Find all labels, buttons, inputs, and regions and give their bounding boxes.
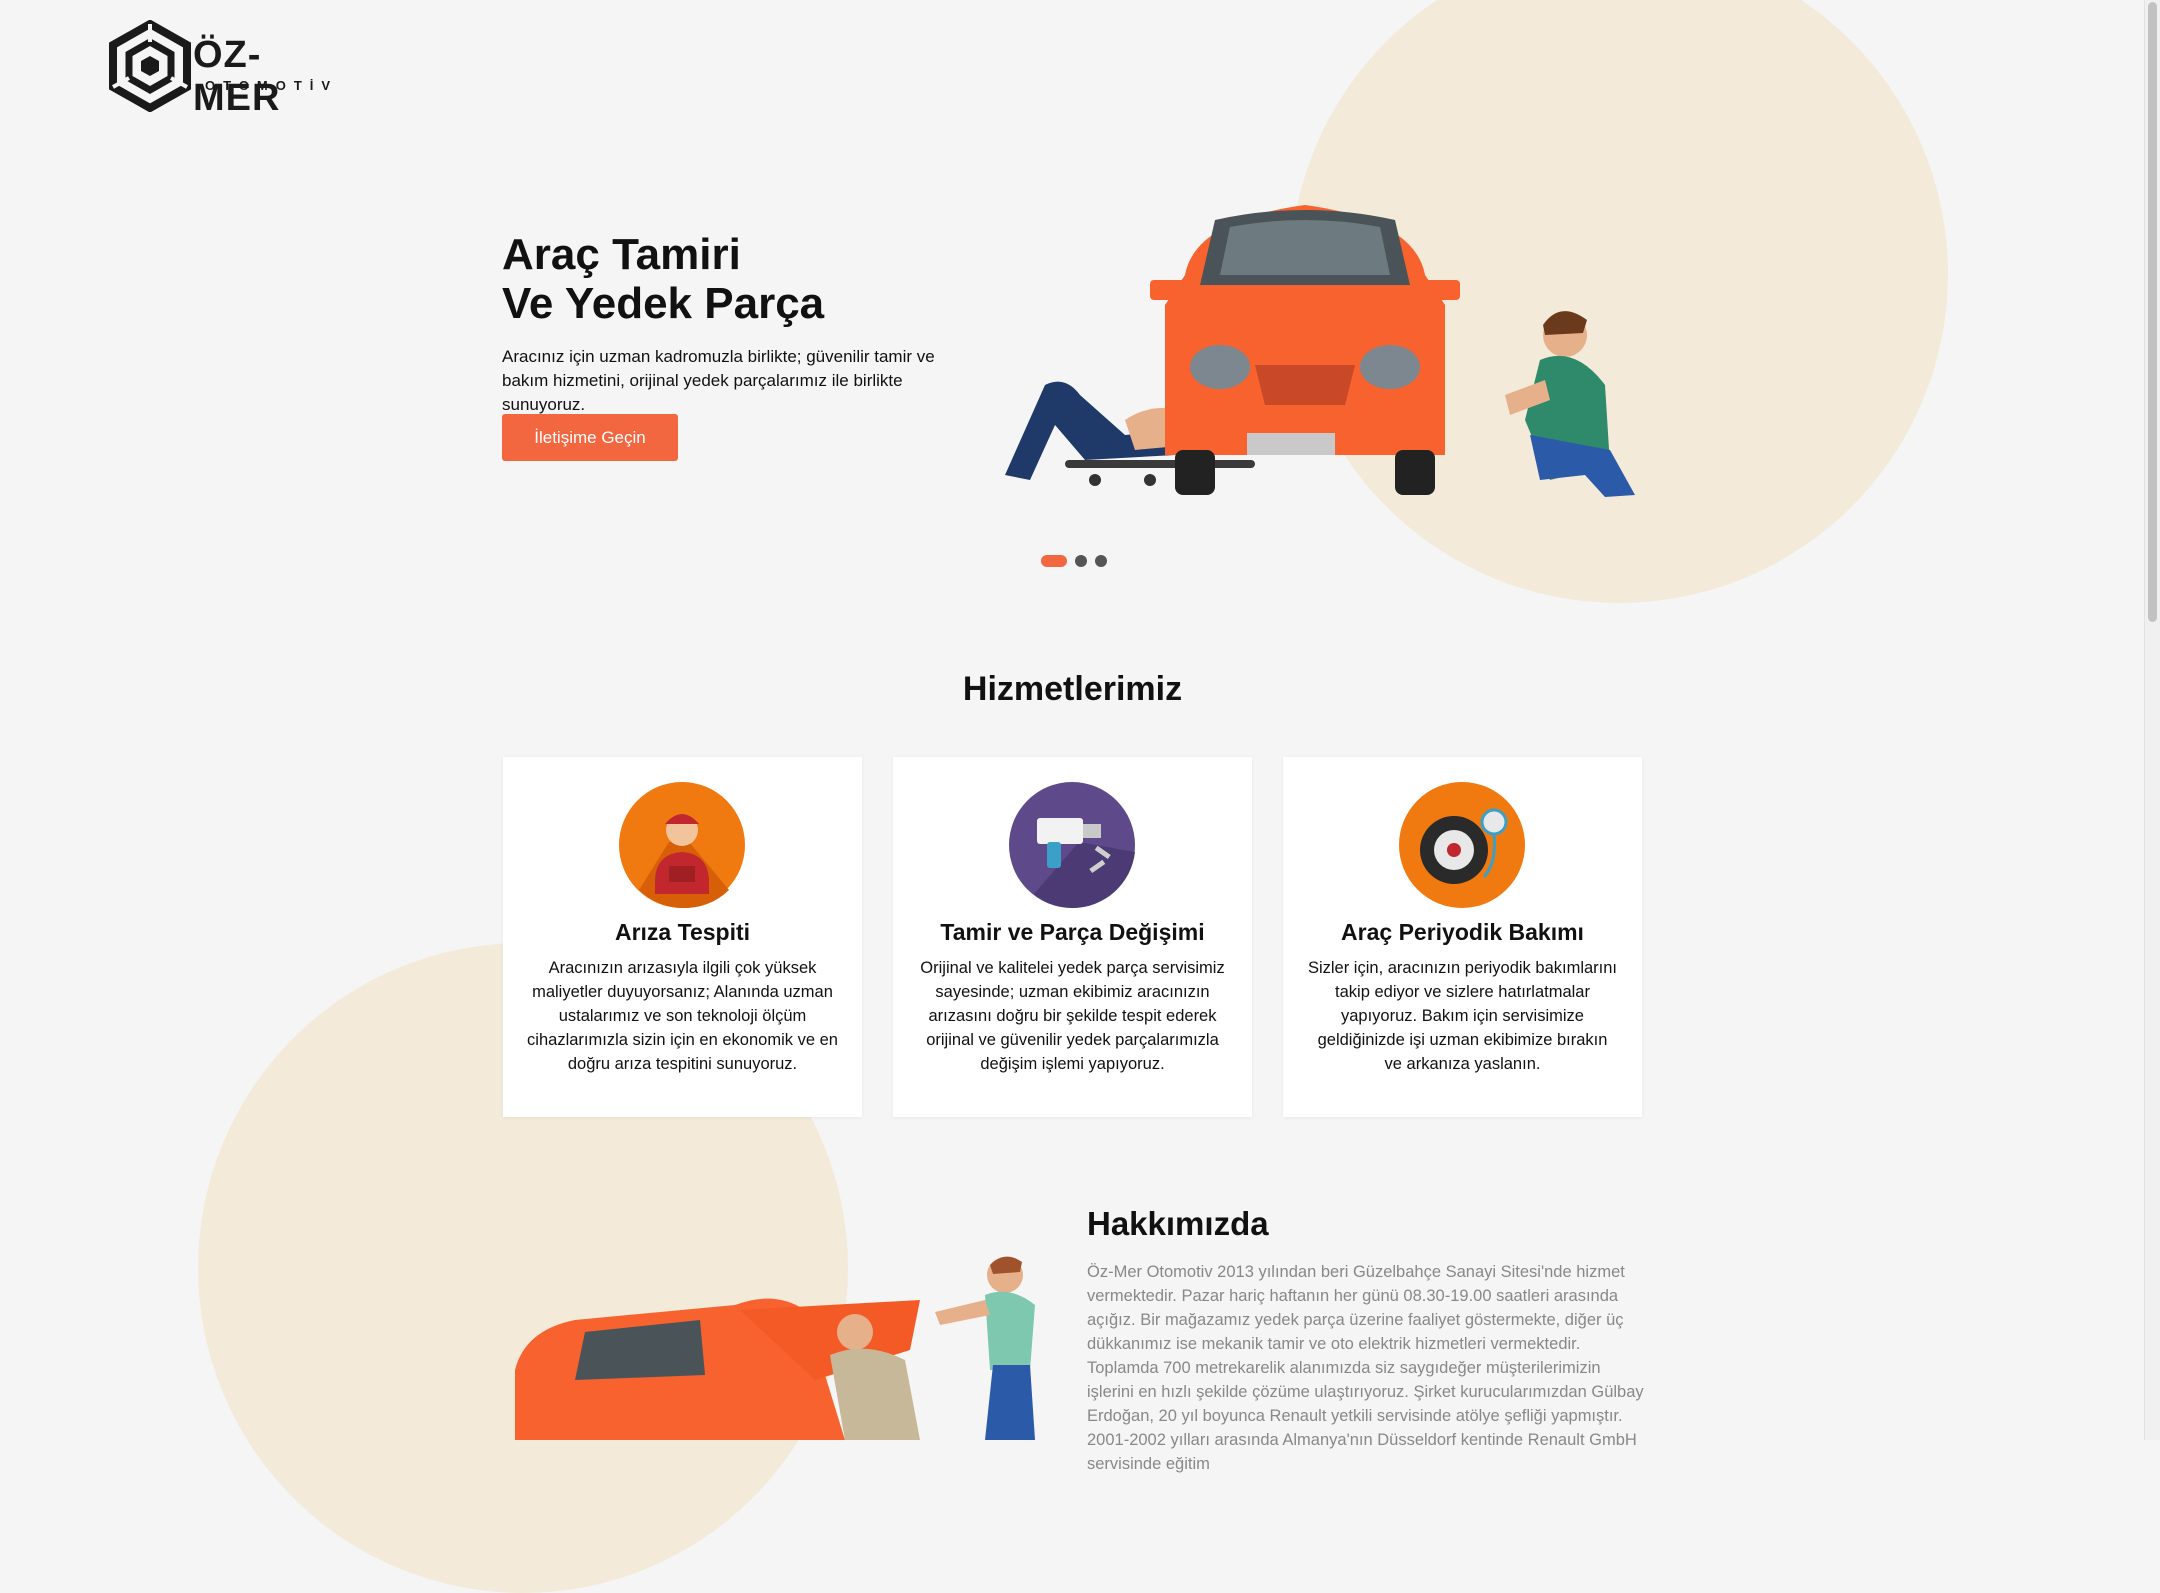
service-description: Sizler için, aracınızın periyodik bakıml… [1307,959,1618,1073]
tools-icon [1009,782,1135,908]
page-scrollbar[interactable] [2144,0,2160,1440]
slider-dot[interactable] [1041,555,1067,567]
hero-description: Aracınız için uzman kadromuzla birlikte;… [502,347,935,414]
brand-logo[interactable]: ÖZ-MER OTOMOTİV [109,20,330,119]
service-title: Tamir ve Parça Değişimi [940,919,1205,945]
car-repair-illustration [1005,205,1635,497]
logo-name: ÖZ-MER [193,34,281,119]
slider-dots [1041,555,1107,567]
hexagon-logo-icon [109,20,191,112]
logo-subtitle: OTOMOTİV [205,78,339,93]
about-title: Hakkımızda [1087,1205,1269,1242]
service-description: Aracınızın arızasıyla ilgili çok yüksek … [527,959,838,1073]
contact-button[interactable]: İletişime Geçin [502,414,678,461]
hero-title-line: Araç Tamiri [502,230,741,279]
car-mechanics-illustration [515,1256,1035,1440]
service-card: Araç Periyodik Bakımı Sizler için, aracı… [1283,757,1642,1117]
services-title: Hizmetlerimiz [962,670,1183,708]
about-text: Öz-Mer Otomotiv 2013 yılından beri Güzel… [1087,1263,1644,1473]
hero-title-line: Ve Yedek Parça [502,279,825,328]
service-title: Arıza Tespiti [614,919,751,945]
service-card: Arıza Tespiti Aracınızın arızasıyla ilgi… [503,757,862,1117]
slider-dot[interactable] [1075,555,1087,567]
mechanic-icon [619,782,745,908]
hero-title: Araç Tamiri Ve Yedek Parça [502,230,824,328]
tire-gauge-icon [1399,782,1525,908]
service-title: Araç Periyodik Bakımı [1341,919,1584,945]
service-description: Orijinal ve kalitelei yedek parça servis… [920,959,1225,1073]
scrollbar-thumb[interactable] [2148,2,2157,622]
slider-dot[interactable] [1095,555,1107,567]
service-card: Tamir ve Parça Değişimi Orijinal ve kali… [893,757,1252,1117]
